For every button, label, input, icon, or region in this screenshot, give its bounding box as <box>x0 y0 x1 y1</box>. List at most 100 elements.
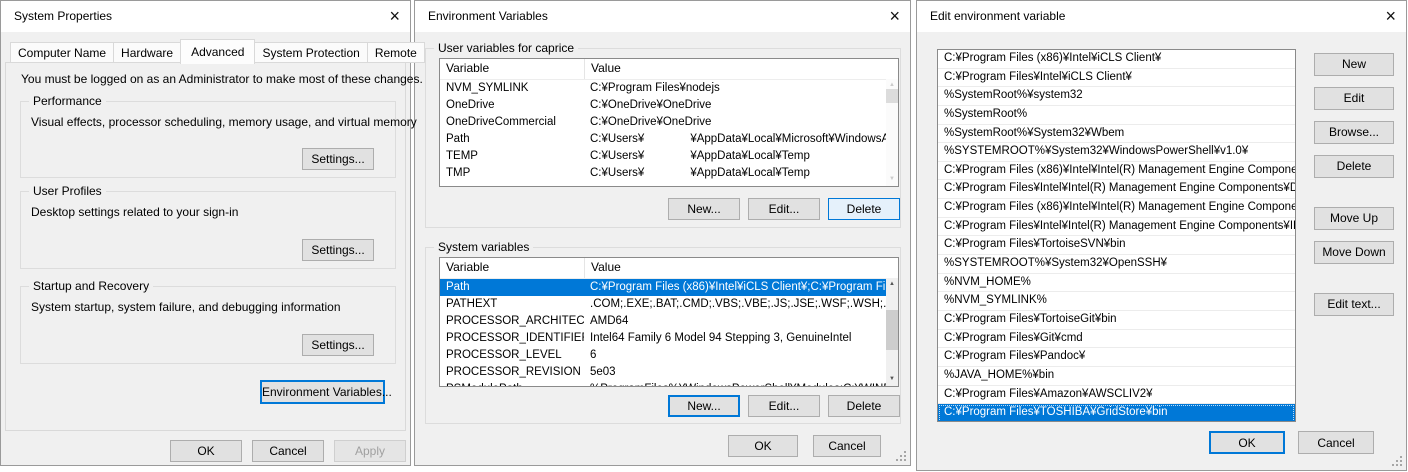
browse-button[interactable]: Browse... <box>1314 121 1394 144</box>
new-button[interactable]: New <box>1314 53 1394 76</box>
scrollbar[interactable]: ▲ ▼ <box>886 79 898 186</box>
tab-advanced[interactable]: Advanced <box>180 39 255 64</box>
scroll-up-icon[interactable]: ▲ <box>886 278 898 291</box>
column-header-variable[interactable]: Variable <box>440 258 584 278</box>
variable-name-cell: OneDrive <box>440 97 584 114</box>
scrollbar[interactable]: ▲ ▼ <box>886 278 898 386</box>
user-edit-button[interactable]: Edit... <box>748 198 820 220</box>
variable-value-cell: C:¥Users¥ ¥AppData¥Local¥Temp <box>584 148 898 165</box>
variable-row[interactable]: PROCESSOR_LEVEL6 <box>440 347 898 364</box>
group-description: Desktop settings related to your sign-in <box>31 205 238 219</box>
path-list-item[interactable]: C:¥Program Files (x86)¥Intel¥iCLS Client… <box>938 50 1295 69</box>
group-label: Startup and Recovery <box>29 279 153 293</box>
path-list-item[interactable]: C:¥Program Files¥TortoiseSVN¥bin <box>938 236 1295 255</box>
variable-row[interactable]: OneDriveC:¥OneDrive¥OneDrive <box>440 97 898 114</box>
move-down-button[interactable]: Move Down <box>1314 241 1394 264</box>
scrollbar-thumb[interactable] <box>886 89 898 103</box>
resize-grip[interactable] <box>1400 464 1402 466</box>
path-list-item[interactable]: C:¥Program Files¥TortoiseGit¥bin <box>938 311 1295 330</box>
titlebar[interactable]: System Properties × <box>1 1 410 32</box>
path-list-item[interactable]: %SystemRoot%¥System32¥Wbem <box>938 125 1295 144</box>
variable-row[interactable]: TMPC:¥Users¥ ¥AppData¥Local¥Temp <box>440 165 898 182</box>
variable-row[interactable]: PSModulePath%ProgramFiles%¥WindowsPowerS… <box>440 381 898 387</box>
column-header-value[interactable]: Value <box>584 258 898 278</box>
variable-name-cell: Path <box>440 131 584 148</box>
tab-strip: Computer NameHardwareAdvancedSystem Prot… <box>10 39 424 63</box>
path-list-item[interactable]: C:¥Program Files¥Pandoc¥ <box>938 348 1295 367</box>
variable-name-cell: TMP <box>440 165 584 182</box>
tab-remote[interactable]: Remote <box>367 42 425 63</box>
variable-name-cell: OneDriveCommercial <box>440 114 584 131</box>
tab-computer-name[interactable]: Computer Name <box>10 42 114 63</box>
ok-button[interactable]: OK <box>728 435 798 457</box>
edit-button[interactable]: Edit <box>1314 87 1394 110</box>
ok-button[interactable]: OK <box>1209 431 1285 454</box>
variable-row[interactable]: PROCESSOR_REVISION5e03 <box>440 364 898 381</box>
path-list-item[interactable]: %NVM_SYMLINK% <box>938 292 1295 311</box>
path-list-item[interactable]: C:¥Program Files (x86)¥Intel¥Intel(R) Ma… <box>938 162 1295 181</box>
scrollbar-thumb[interactable] <box>886 310 898 350</box>
system-properties-dialog: System Properties × Computer NameHardwar… <box>0 0 411 466</box>
ok-button[interactable]: OK <box>170 440 242 462</box>
variable-row[interactable]: PathC:¥Program Files (x86)¥Intel¥iCLS Cl… <box>440 279 898 296</box>
cancel-button[interactable]: Cancel <box>813 435 881 457</box>
column-header-variable[interactable]: Variable <box>440 59 584 79</box>
path-list-item[interactable]: C:¥Program Files¥Intel¥iCLS Client¥ <box>938 69 1295 88</box>
system-new-button[interactable]: New... <box>668 395 740 417</box>
variable-row[interactable]: TEMPC:¥Users¥ ¥AppData¥Local¥Temp <box>440 148 898 165</box>
path-list-item[interactable]: %SYSTEMROOT%¥System32¥OpenSSH¥ <box>938 255 1295 274</box>
variable-row[interactable]: PATHEXT.COM;.EXE;.BAT;.CMD;.VBS;.VBE;.JS… <box>440 296 898 313</box>
path-list-item[interactable]: C:¥Program Files¥Intel¥Intel(R) Manageme… <box>938 180 1295 199</box>
system-edit-button[interactable]: Edit... <box>748 395 820 417</box>
variable-value-cell: 5e03 <box>584 364 898 381</box>
group-label: Performance <box>29 94 106 108</box>
cancel-button[interactable]: Cancel <box>252 440 324 462</box>
variable-value-cell: .COM;.EXE;.BAT;.CMD;.VBS;.VBE;.JS;.JSE;.… <box>584 296 898 313</box>
path-list-item[interactable]: C:¥Program Files¥Amazon¥AWSCLIV2¥ <box>938 386 1295 405</box>
tab-system-protection[interactable]: System Protection <box>254 42 367 63</box>
user-profiles-settings-button[interactable]: Settings... <box>302 239 374 261</box>
variable-row[interactable]: PROCESSOR_ARCHITECTUREAMD64 <box>440 313 898 330</box>
group-label: User Profiles <box>29 184 106 198</box>
path-list-item[interactable]: C:¥Program Files¥TOSHIBA¥GridStore¥bin <box>938 404 1295 422</box>
close-icon[interactable]: × <box>1385 5 1396 27</box>
performance-settings-button[interactable]: Settings... <box>302 148 374 170</box>
edit-text-button[interactable]: Edit text... <box>1314 293 1394 316</box>
variable-row[interactable]: PathC:¥Users¥ ¥AppData¥Local¥Microsoft¥W… <box>440 131 898 148</box>
system-variables-table: Variable Value PathC:¥Program Files (x86… <box>439 257 899 387</box>
cancel-button[interactable]: Cancel <box>1298 431 1374 454</box>
path-list-item[interactable]: %SYSTEMROOT%¥System32¥WindowsPowerShell¥… <box>938 143 1295 162</box>
titlebar[interactable]: Edit environment variable × <box>917 1 1406 32</box>
group-description: Visual effects, processor scheduling, me… <box>31 115 417 129</box>
titlebar[interactable]: Environment Variables × <box>415 1 910 32</box>
startup-recovery-settings-button[interactable]: Settings... <box>302 334 374 356</box>
tab-hardware[interactable]: Hardware <box>113 42 181 63</box>
user-delete-button[interactable]: Delete <box>828 198 900 220</box>
column-header-value[interactable]: Value <box>584 59 898 79</box>
path-list-item[interactable]: C:¥Program Files¥Git¥cmd <box>938 330 1295 349</box>
variable-value-cell: 6 <box>584 347 898 364</box>
path-list-item[interactable]: %NVM_HOME% <box>938 274 1295 293</box>
variable-name-cell: PROCESSOR_IDENTIFIER <box>440 330 584 347</box>
variable-row[interactable]: OneDriveCommercialC:¥OneDrive¥OneDrive <box>440 114 898 131</box>
path-list-item[interactable]: %SystemRoot% <box>938 106 1295 125</box>
move-up-button[interactable]: Move Up <box>1314 207 1394 230</box>
close-icon[interactable]: × <box>389 5 400 27</box>
variable-value-cell: Intel64 Family 6 Model 94 Stepping 3, Ge… <box>584 330 898 347</box>
environment-variables-button[interactable]: Environment Variables... <box>260 380 385 404</box>
scroll-down-icon[interactable]: ▼ <box>886 173 898 186</box>
scroll-down-icon[interactable]: ▼ <box>886 373 898 386</box>
system-delete-button[interactable]: Delete <box>828 395 900 417</box>
path-list-item[interactable]: C:¥Program Files (x86)¥Intel¥Intel(R) Ma… <box>938 199 1295 218</box>
variable-row[interactable]: PROCESSOR_IDENTIFIERIntel64 Family 6 Mod… <box>440 330 898 347</box>
close-icon[interactable]: × <box>889 5 900 27</box>
variable-row[interactable]: NVM_SYMLINKC:¥Program Files¥nodejs <box>440 80 898 97</box>
delete-button[interactable]: Delete <box>1314 155 1394 178</box>
path-list-item[interactable]: %JAVA_HOME%¥bin <box>938 367 1295 386</box>
user-new-button[interactable]: New... <box>668 198 740 220</box>
path-list-item[interactable]: C:¥Program Files¥Intel¥Intel(R) Manageme… <box>938 218 1295 237</box>
table-header: Variable Value <box>440 59 898 80</box>
resize-grip[interactable] <box>904 459 906 461</box>
variable-value-cell: C:¥Program Files¥nodejs <box>584 80 898 97</box>
path-list-item[interactable]: %SystemRoot%¥system32 <box>938 87 1295 106</box>
